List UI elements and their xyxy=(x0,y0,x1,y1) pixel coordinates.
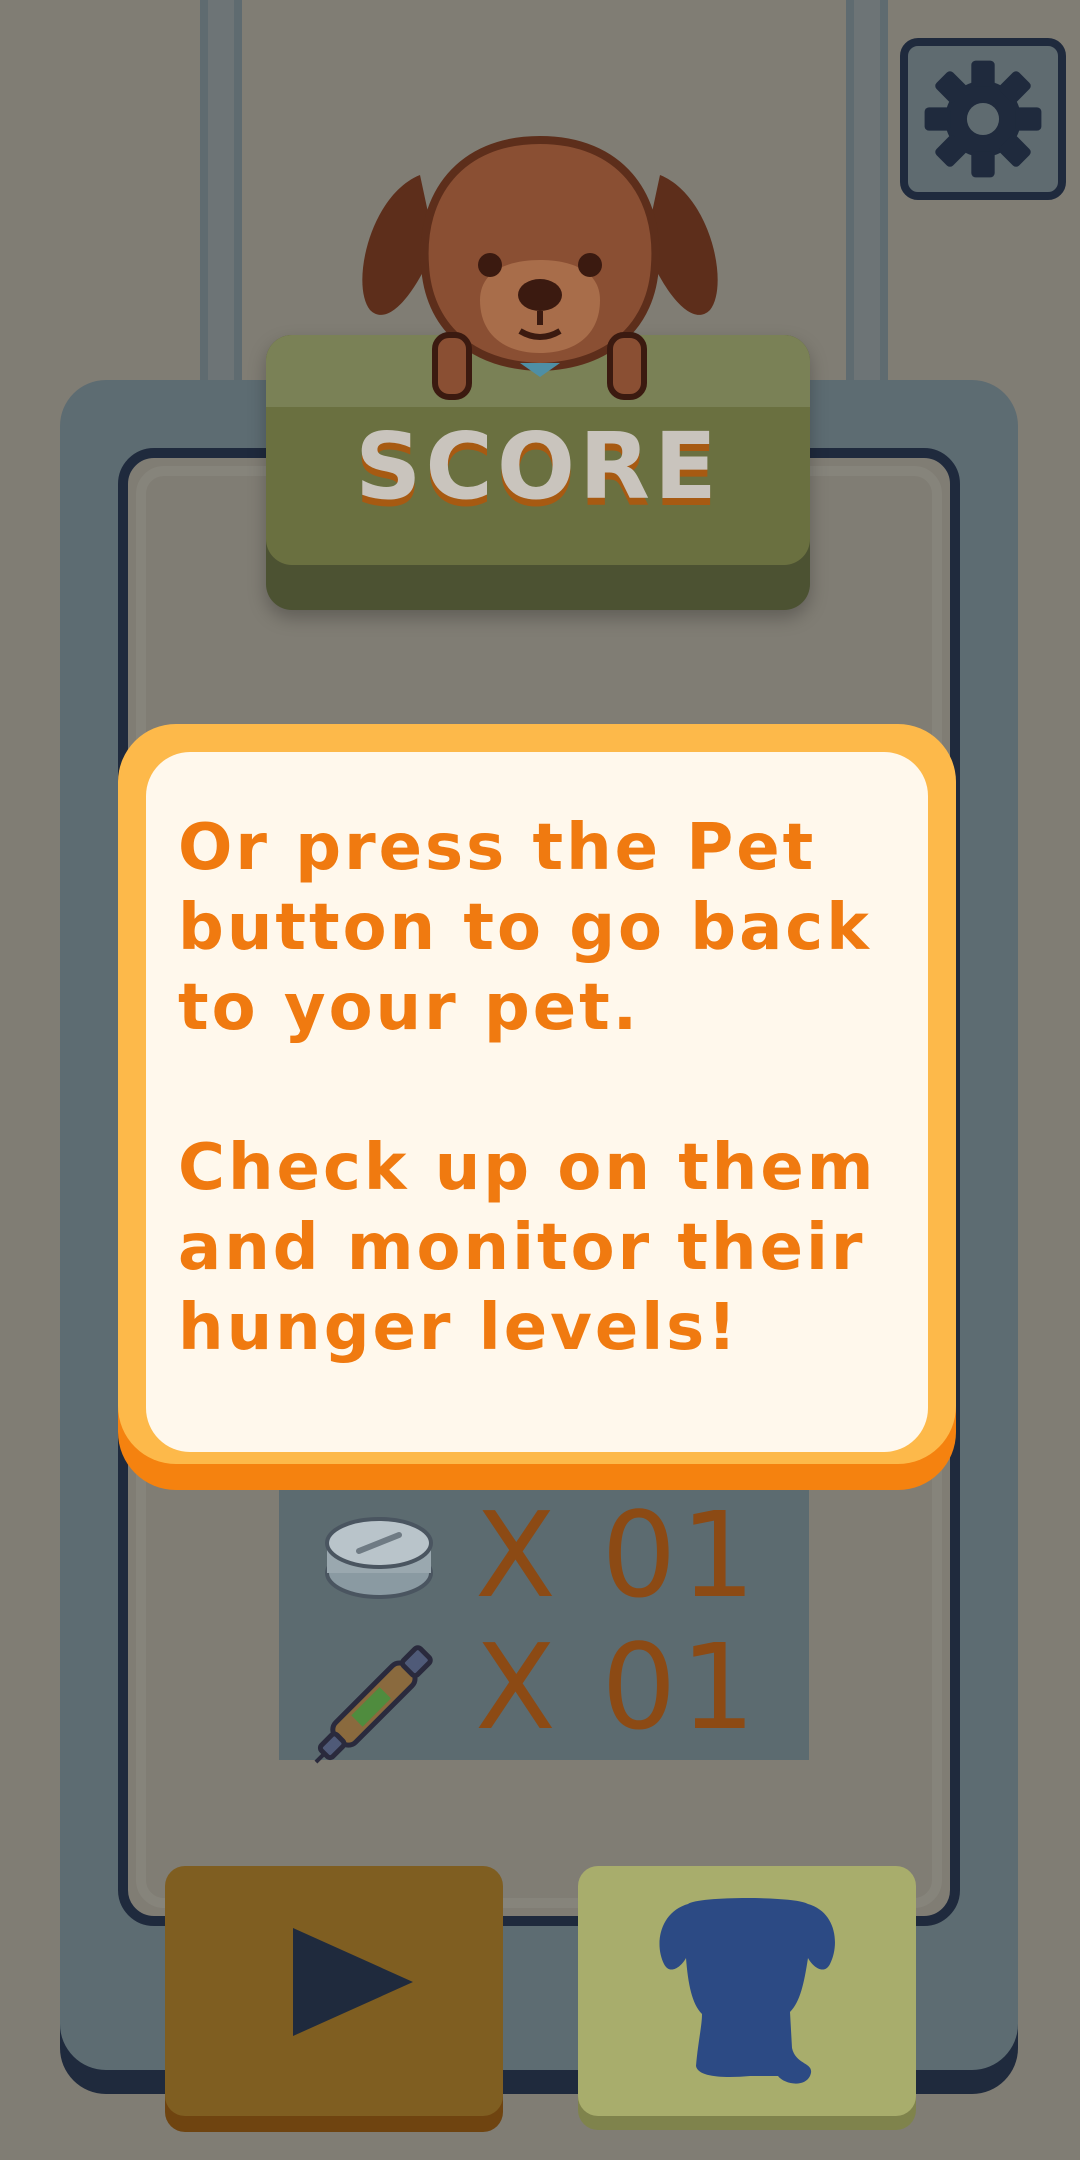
play-icon xyxy=(293,1928,413,2036)
items-panel: X 01 X 01 xyxy=(279,1465,809,1764)
dog-silhouette-icon xyxy=(659,1898,835,2084)
play-button[interactable] xyxy=(165,1866,503,2116)
gear-icon xyxy=(924,60,1042,178)
item-row: X 01 xyxy=(279,1495,809,1615)
hanging-pole-left xyxy=(200,0,242,420)
syringe-icon xyxy=(314,1645,433,1764)
dog-icon xyxy=(362,135,718,400)
settings-button[interactable] xyxy=(900,38,1066,200)
pet-button[interactable] xyxy=(578,1866,916,2116)
pill-jar-icon xyxy=(325,1517,433,1599)
item-count: X 01 xyxy=(475,1486,760,1624)
score-title: SCORE xyxy=(355,413,721,520)
item-count: X 01 xyxy=(475,1618,760,1756)
item-row: X 01 xyxy=(279,1618,809,1764)
hanging-pole-right xyxy=(846,0,888,420)
tutorial-message: Or press the Pet button to go back to yo… xyxy=(178,811,877,1365)
